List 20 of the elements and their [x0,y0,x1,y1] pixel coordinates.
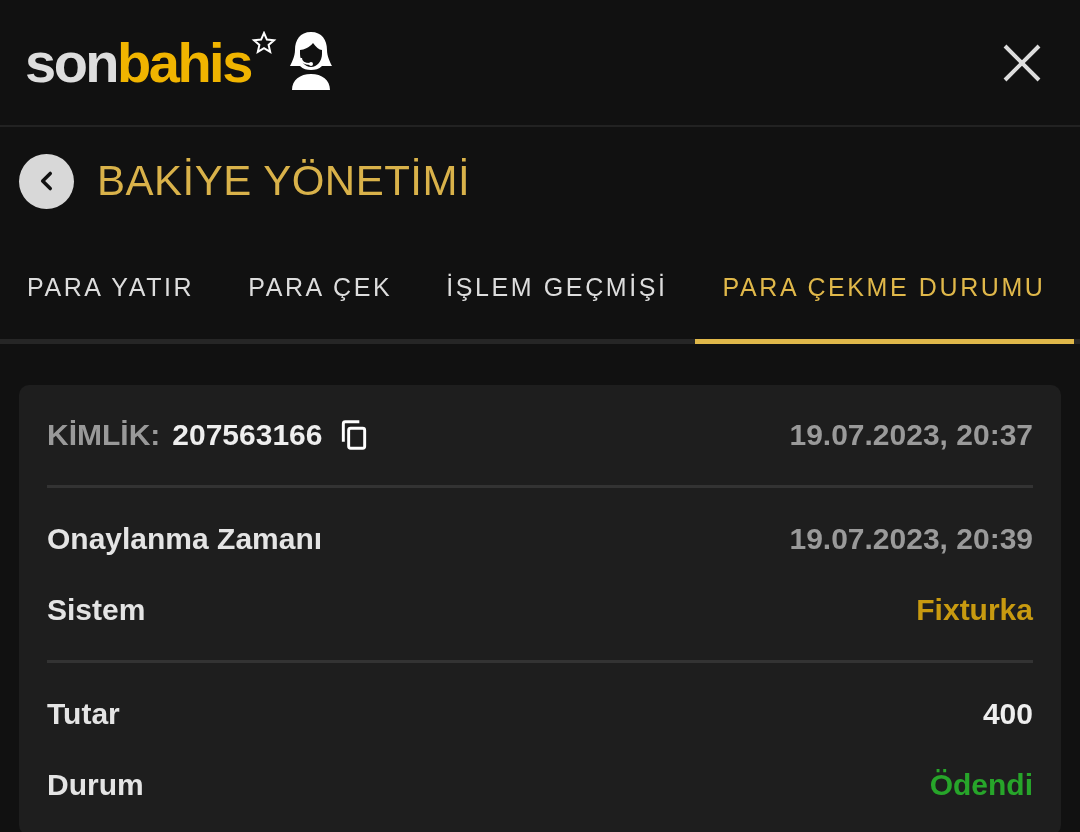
tab[interactable]: PARA ÇEKME DURUMU [694,235,1074,344]
field-label: Onaylanma Zamanı [47,521,323,556]
field-label: Tutar [47,696,120,731]
field-value: Ödendi [929,767,1033,802]
field-label: Sistem [47,592,146,627]
page-title: BAKİYE YÖNETİMİ [97,157,471,205]
star-icon [251,30,277,55]
date-time: 19.07.2023, 20:37 [789,418,1033,452]
field-value: Fixturka [916,592,1033,627]
tab[interactable]: PARA ÇEK [221,235,420,344]
field-label: Durum [47,767,144,802]
tab[interactable]: PARA YATIR [0,235,222,344]
id-value: 207563166 [172,418,323,452]
field-value: 19.07.2023, 20:39 [789,521,1033,556]
field-value: 400 [982,696,1033,731]
id-label: KİMLİK: [47,418,161,452]
close-icon[interactable] [1002,42,1042,83]
tab[interactable]: İŞLEM GEÇMİŞİ [419,235,695,344]
logo: sonbahis [25,30,251,94]
back-button[interactable] [19,153,74,209]
